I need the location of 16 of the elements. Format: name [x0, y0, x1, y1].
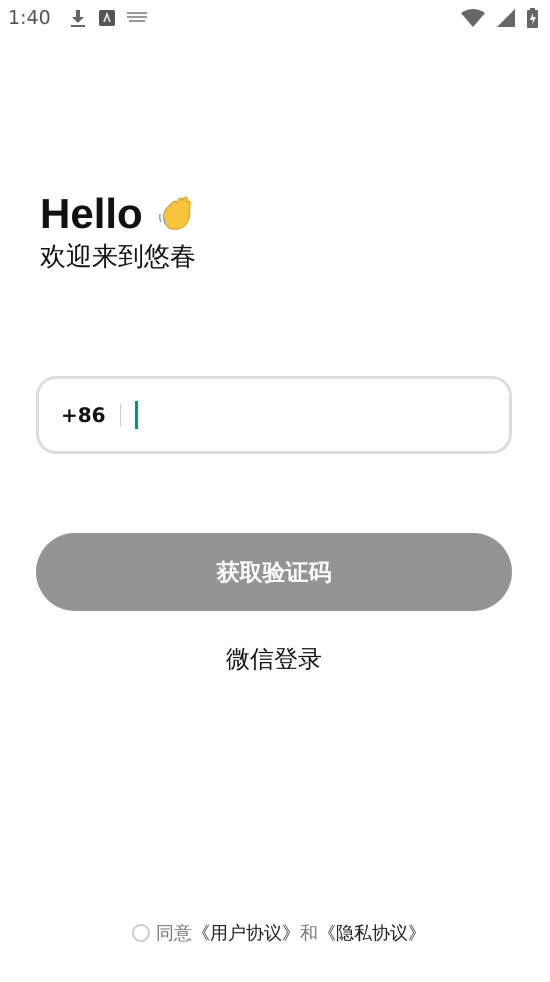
download-icon [68, 8, 87, 28]
greeting-title: Hello [40, 189, 143, 239]
keyboard-icon [126, 12, 147, 24]
app-icon [98, 10, 115, 26]
wifi-icon [461, 9, 485, 27]
agreement-link[interactable]: 《用户协议》 [192, 923, 300, 944]
signal-icon [497, 9, 515, 27]
greeting-subtitle: 欢迎来到悠春 [40, 241, 197, 274]
country-code: +86 [61, 403, 106, 427]
wechat-login-link[interactable]: 微信登录 [226, 643, 322, 675]
status-time: 1:40 [8, 7, 51, 29]
agree-checkbox[interactable] [132, 924, 150, 942]
agreement-link[interactable]: 《隐私协议》 [318, 923, 426, 944]
agreement-text: 同意《用户协议》和《隐私协议》 [156, 922, 426, 945]
battery-icon [527, 8, 538, 28]
phone-field[interactable]: +86 [36, 376, 512, 454]
